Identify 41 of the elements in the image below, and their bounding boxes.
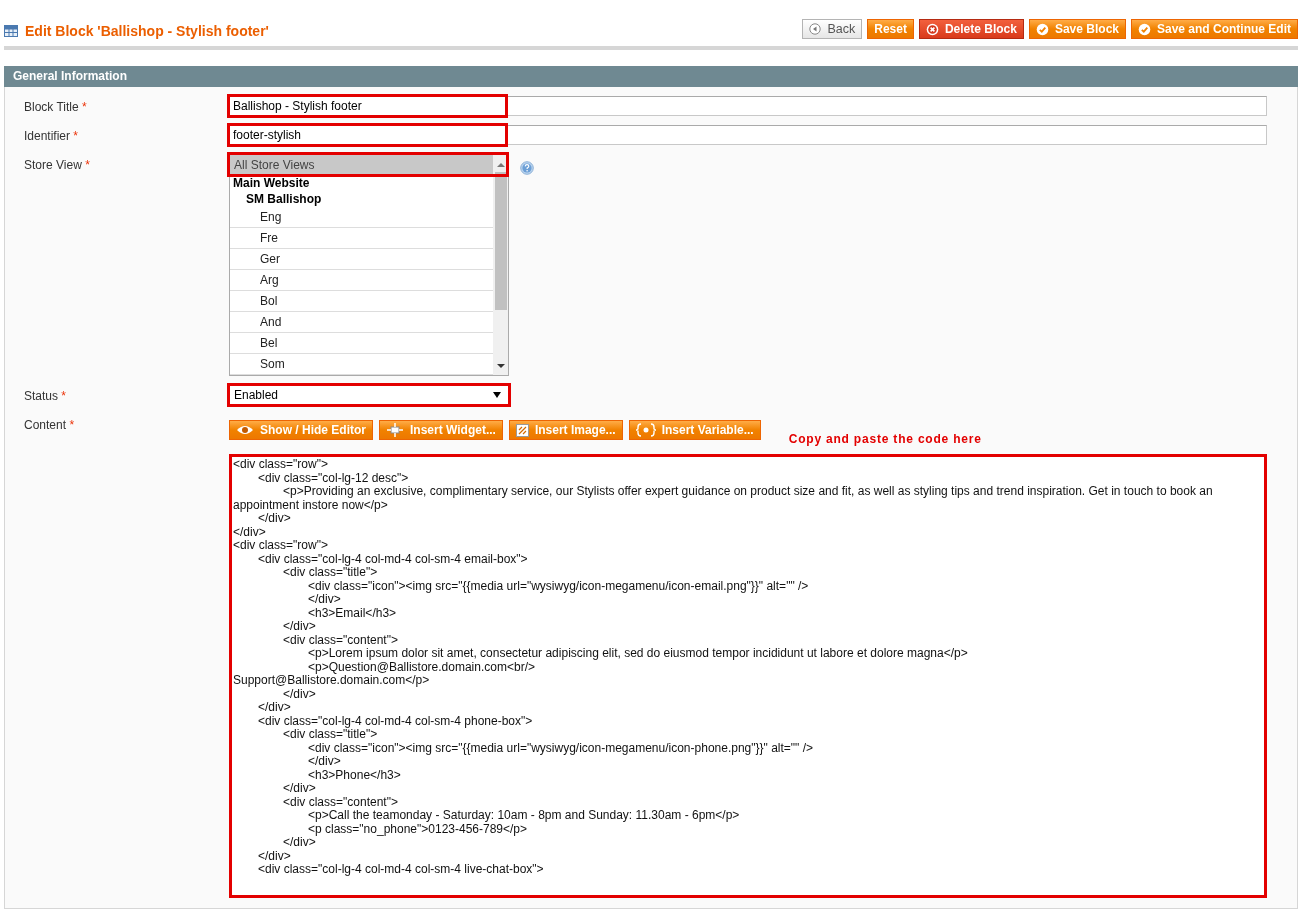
field-label: Block Title * bbox=[23, 99, 88, 116]
option-group-label: Main Website bbox=[232, 175, 311, 191]
dropdown-value: Enabled bbox=[234, 388, 279, 402]
scrollbar[interactable] bbox=[493, 155, 508, 375]
check-circle-icon bbox=[1035, 22, 1049, 36]
store-option[interactable]: Arg bbox=[230, 270, 493, 291]
field-label: Status * bbox=[23, 388, 68, 405]
braces-icon bbox=[635, 423, 656, 437]
text-field[interactable]: footer-stylish bbox=[229, 125, 1267, 145]
store-option[interactable]: Eng bbox=[230, 207, 493, 228]
action-button[interactable]: Delete Block bbox=[918, 19, 1024, 39]
caret-icon bbox=[492, 391, 502, 399]
store-option[interactable]: Bol bbox=[230, 291, 493, 312]
store-option[interactable]: And bbox=[230, 312, 493, 333]
text-field[interactable]: Ballishop - Stylish footer bbox=[229, 96, 1267, 116]
help-icon bbox=[520, 161, 534, 175]
left-arrow-circle-icon bbox=[809, 23, 822, 35]
scroll-down-icon bbox=[496, 363, 505, 369]
field-label: Content * bbox=[23, 417, 76, 434]
image-icon bbox=[515, 423, 529, 437]
field-label: Store View * bbox=[23, 157, 91, 174]
check-circle-icon bbox=[1138, 22, 1151, 36]
store-view-list[interactable]: All Store Views Main Website SM Ballishop Eng Fre Ger Arg Bol And Bel Som bbox=[229, 154, 509, 376]
store-option[interactable]: Fre bbox=[230, 228, 493, 249]
section-header: General Information bbox=[4, 66, 1298, 87]
page-title: Edit Block 'Ballishop - Stylish footer' bbox=[25, 23, 269, 39]
field-label: Identifier * bbox=[23, 128, 80, 145]
scroll-up-icon bbox=[496, 162, 505, 168]
code-editor-field[interactable]: <div class="row"> <div class="col-lg-12 desc"> <p>Providing an exclusive, complimentary service, our Stylists offer expert guidance on product size and fit, as well as styling tips and trend inspiration. Get in touch to book an appointment instore now</p> </div> </div> <div class="row"> <div class="col-lg-4 col-md-4 col-sm-4 email-box"> <div class="title"> <div class="icon"><img src="{{media url="wysiwyg/icon-megamenu/icon-email.png"}}" alt="" /> </div> <h3>Email</h3> </div> <div class="content"> <p>Lorem ipsum dolor sit amet, consectetur adipiscing elit, sed do eiusmod tempor incididunt ut labore et dolore magna</p> <p>Question@Ballistore.domain.com<br/> Support@Ballistore.domain.com</p> </div> </div> <div class="col-lg-4 col-md-4 col-sm-4 phone-box"> <div class="title"> <div class="icon"><img src="{{media url="wysiwyg/icon-megamenu/icon-phone.png"}}" alt="" /> </div> <h3>Phone</h3> </div> <div class="content"> <p>Call the teamonday - Saturday: 10am - 8pm and Sunday: 11.30am - 6pm</p> <p class="no_phone">0123-456-789</p> </div> </div> <div class="col-lg-4 col-md-4 col-sm-4 live-chat-box"> bbox=[229, 454, 1267, 898]
store-option[interactable]: Bel bbox=[230, 333, 493, 354]
store-option[interactable]: Som bbox=[230, 354, 493, 375]
close-circle-icon bbox=[925, 22, 939, 36]
widget-icon bbox=[386, 423, 404, 437]
annotation-text: Copy and paste the code here bbox=[788, 432, 982, 446]
store-option[interactable]: All Store Views bbox=[230, 155, 493, 175]
scrollbar-thumb[interactable] bbox=[494, 172, 507, 310]
action-button[interactable]: Back bbox=[802, 19, 863, 39]
eye-icon bbox=[236, 424, 254, 436]
store-option[interactable]: Ger bbox=[230, 249, 493, 270]
option-group-label: SM Ballishop bbox=[245, 191, 323, 207]
grid-icon bbox=[4, 25, 18, 37]
